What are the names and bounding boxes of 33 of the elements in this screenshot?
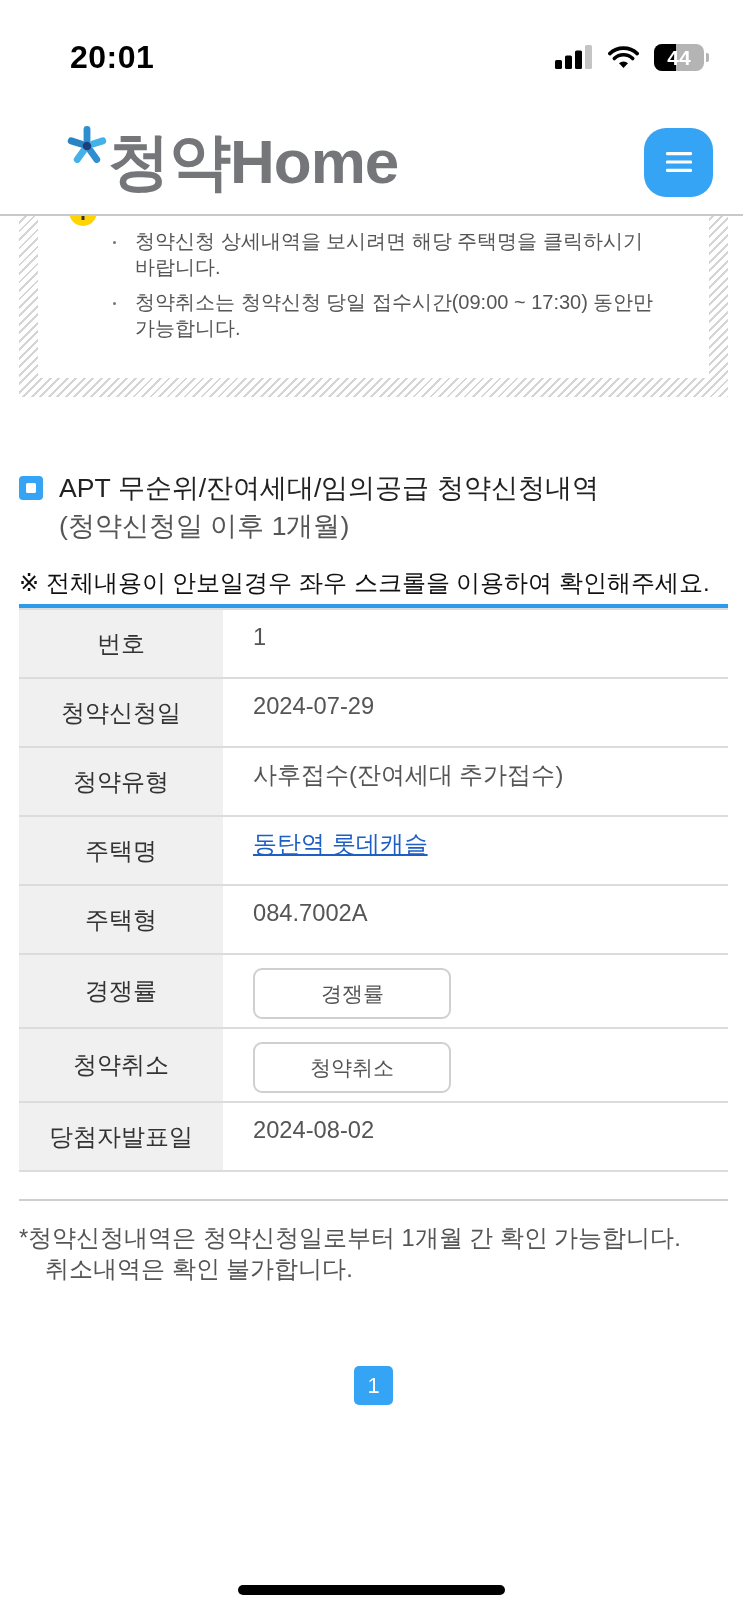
- bullet-icon: [113, 302, 116, 305]
- field-value: 2024-08-02: [253, 1116, 375, 1145]
- footnote-text: *청약신청내역은 청약신청일로부터 1개월 간 확인 가능합니다. 취소내역은 확인 불가합니다.: [19, 1224, 682, 1284]
- bullet-icon: [113, 241, 116, 244]
- section-title: APT 무순위/잔여세대/임의공급 청약신청내역: [59, 472, 599, 505]
- menu-icon: [664, 151, 693, 173]
- field-value: 2024-07-29: [253, 692, 375, 721]
- field-value: 1: [253, 623, 267, 652]
- row-header-cell: 주택형: [19, 886, 223, 953]
- row-header-cell: 청약취소: [19, 1029, 223, 1101]
- detail-link[interactable]: 동탄역 롯데캐슬: [253, 829, 428, 859]
- notice-text: 청약신청 상세내역을 보시려면 해당 주택명을 클릭하시기 바랍니다.: [135, 229, 644, 280]
- home-logo-link[interactable]: 청약Home: [66, 127, 399, 197]
- row-header-cell: 번호: [19, 610, 223, 677]
- status-time: 20:01: [70, 38, 155, 76]
- field-value: 084.7002A: [253, 899, 368, 928]
- field-value: 사후접수(잔여세대 추가접수): [253, 761, 564, 790]
- scroll-hint-text: ※ 전체내용이 안보일경우 좌우 스크롤을 이용하여 확인해주세요.: [19, 568, 711, 598]
- row-header-cell: 청약신청일: [19, 679, 223, 746]
- notice-text: 청약취소는 청약신청 당일 접수시간(09:00 ~ 17:30) 동안만 가능합니다.: [135, 290, 655, 341]
- asterisk-icon: [66, 125, 108, 166]
- square-bullet-icon: [19, 476, 43, 500]
- signal-icon: [555, 45, 593, 69]
- action-button[interactable]: 청약취소: [253, 1042, 451, 1093]
- wifi-icon: [608, 45, 639, 69]
- menu-button[interactable]: [644, 127, 713, 197]
- row-header-cell: 주택명: [19, 817, 223, 884]
- alert-icon: [69, 216, 97, 226]
- row-header-cell: 청약유형: [19, 748, 223, 815]
- row-header-cell: 경쟁률: [19, 955, 223, 1027]
- action-button[interactable]: 경쟁률: [253, 968, 451, 1019]
- row-header-cell: 당첨자발표일: [19, 1103, 223, 1170]
- section-subtitle: (청약신청일 이후 1개월): [59, 510, 351, 543]
